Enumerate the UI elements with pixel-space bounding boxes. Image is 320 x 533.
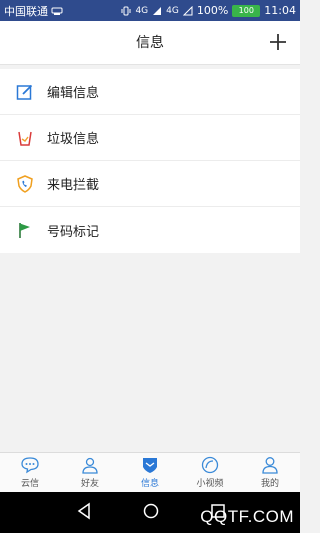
tab-messages[interactable]: 信息 [120,453,180,492]
friends-icon [80,456,100,474]
carrier-name: 中国联通 [4,4,48,18]
page-title: 信息 [136,35,164,51]
menu-item-call-block[interactable]: 来电拦截 [0,161,300,207]
network-type-1: 4G [135,5,149,16]
menu-item-number-tag[interactable]: 号码标记 [0,207,300,253]
system-nav-bar: QQTF.COM [0,492,300,533]
tab-label: 我的 [260,479,279,489]
menu-item-label: 编辑信息 [47,86,100,101]
tab-me[interactable]: 我的 [240,453,300,492]
tab-label: 信息 [140,479,159,489]
menu-list: 编辑信息 垃圾信息 来电拦截 号码标记 [0,69,300,253]
back-icon[interactable] [76,502,92,524]
shield-message-icon [140,456,160,474]
app-header: 信息 [0,21,300,65]
tab-label: 云信 [20,479,39,489]
menu-item-edit[interactable]: 编辑信息 [0,69,300,115]
menu-item-label: 垃圾信息 [47,132,100,147]
chat-bubble-icon [20,456,40,474]
watermark-text: QQTF.COM [200,507,294,526]
edit-icon [15,82,35,102]
trash-icon [15,128,35,148]
network-type-2: 4G [166,5,179,16]
menu-item-spam[interactable]: 垃圾信息 [0,115,300,161]
battery-percent: 100% [196,4,229,17]
tab-yunxin[interactable]: 云信 [0,453,60,492]
tab-label: 小视频 [196,479,224,489]
vibrate-icon [121,6,131,16]
clock: 11:04 [264,4,296,17]
tab-label: 好友 [80,479,99,489]
status-bar: 中国联通 4G 4G 100% 100 11:04 [0,0,300,21]
user-icon [260,456,280,474]
battery-icon: 100 [232,4,261,17]
signal-icon [152,6,162,16]
plus-icon[interactable] [266,30,290,54]
signal-icon-2 [182,5,193,16]
home-icon[interactable] [142,502,160,524]
tab-friends[interactable]: 好友 [60,453,120,492]
menu-item-label: 来电拦截 [47,178,100,193]
tab-short-video[interactable]: 小视频 [180,453,240,492]
menu-item-label: 号码标记 [47,224,100,240]
video-icon [200,456,220,474]
flag-icon [15,220,35,240]
bottom-tab-bar: 云信 好友 信息 小视频 我的 [0,452,300,492]
usb-icon [51,6,63,16]
shield-phone-icon [15,174,35,194]
battery-level: 100 [238,6,254,15]
